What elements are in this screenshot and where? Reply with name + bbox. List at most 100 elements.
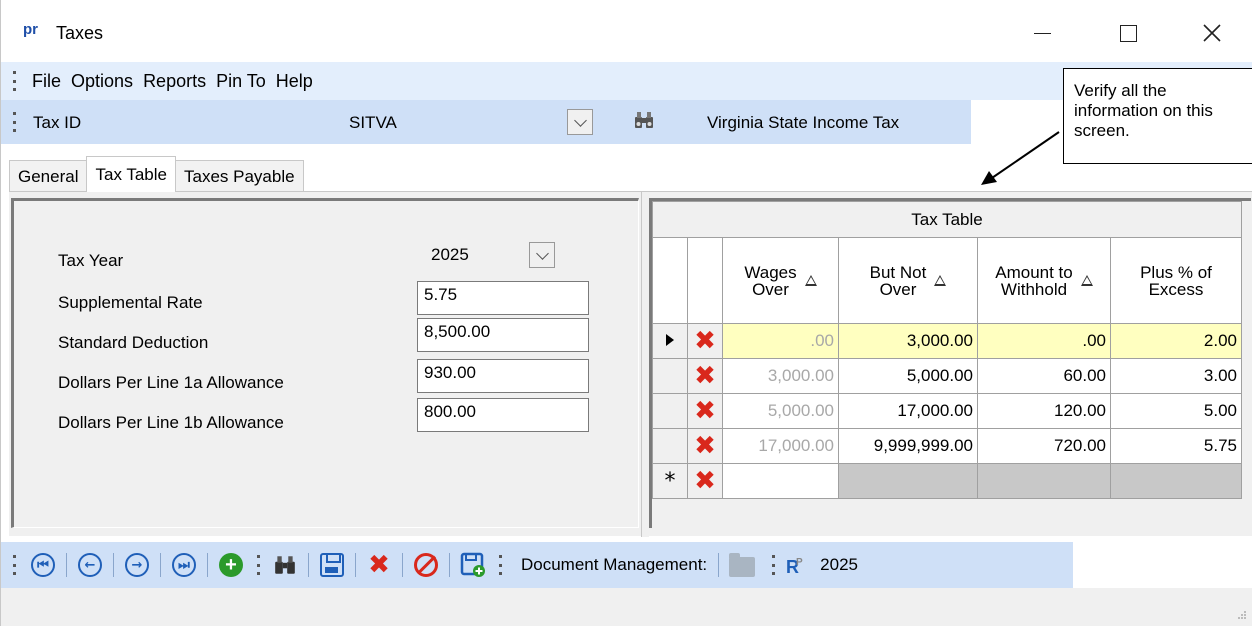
toolbar-year: 2025: [820, 555, 858, 574]
tax-table-grid: Tax Table Wages Over But Not Over Amount t…: [652, 201, 1242, 499]
cell-plus-percent-excess[interactable]: 2.00: [1110, 323, 1242, 359]
toolbar-separator: [402, 553, 403, 577]
lookup-button[interactable]: [633, 109, 655, 131]
tab-taxes-payable[interactable]: Taxes Payable: [175, 160, 304, 192]
tax-table-frame: Tax Table Wages Over But Not Over Amount t…: [649, 198, 1251, 528]
menu-file[interactable]: File: [27, 71, 66, 92]
cell-amount-to-withhold[interactable]: 720.00: [977, 428, 1111, 464]
cell-plus-percent-excess[interactable]: 3.00: [1110, 358, 1242, 394]
table-row[interactable]: ✖ 3,000.00 5,000.00 60.00 3.00: [652, 358, 1242, 394]
tax-table-caption: Tax Table: [652, 201, 1242, 238]
column-header-plus-percent-excess[interactable]: Plus % of Excess: [1110, 237, 1242, 324]
delete-row-button[interactable]: ✖: [687, 463, 723, 499]
line-1b-allowance-input[interactable]: 800.00: [417, 398, 589, 432]
cell-amount-to-withhold[interactable]: .00: [977, 323, 1111, 359]
tab-tax-table[interactable]: Tax Table: [86, 156, 176, 192]
cell-but-not-over[interactable]: 5,000.00: [838, 358, 978, 394]
new-cell-but-not-over: [838, 463, 978, 499]
table-row[interactable]: ✖ 5,000.00 17,000.00 120.00 5.00: [652, 393, 1242, 429]
delete-row-button[interactable]: ✖: [687, 358, 723, 394]
cell-wages-over[interactable]: .00: [722, 323, 839, 359]
menu-options[interactable]: Options: [66, 71, 138, 92]
cell-but-not-over[interactable]: 3,000.00: [838, 323, 978, 359]
cancel-icon: [414, 553, 438, 577]
delete-row-button[interactable]: ✖: [687, 323, 723, 359]
save-new-button[interactable]: [459, 551, 487, 579]
tab-strip: General Tax Table Taxes Payable: [9, 156, 304, 192]
row-indicator: [652, 393, 688, 429]
new-cell-plus-percent-excess: [1110, 463, 1242, 499]
first-record-button[interactable]: ⏮: [29, 551, 57, 579]
cell-wages-over[interactable]: 17,000.00: [722, 428, 839, 464]
add-icon: +: [219, 553, 243, 577]
cell-wages-over[interactable]: 3,000.00: [722, 358, 839, 394]
cancel-button[interactable]: [412, 551, 440, 579]
header-line: Over: [752, 279, 789, 299]
cell-plus-percent-excess[interactable]: 5.75: [1110, 428, 1242, 464]
table-row[interactable]: ✖ 17,000.00 9,999,999.00 720.00 5.75: [652, 428, 1242, 464]
cell-wages-over[interactable]: 5,000.00: [722, 393, 839, 429]
panel-splitter[interactable]: [641, 192, 649, 537]
delete-button[interactable]: ✖: [365, 551, 393, 579]
report-button[interactable]: R P: [782, 551, 810, 579]
document-folder-button[interactable]: [728, 551, 756, 579]
report-icon: R P: [786, 557, 803, 577]
menu-reports[interactable]: Reports: [138, 71, 211, 92]
standard-deduction-input[interactable]: 8,500.00: [417, 318, 589, 352]
sort-icon: [934, 275, 947, 286]
next-record-icon: →: [125, 553, 149, 577]
column-header-but-not-over[interactable]: But Not Over: [838, 237, 978, 324]
cell-but-not-over[interactable]: 9,999,999.00: [838, 428, 978, 464]
previous-record-button[interactable]: ←: [76, 551, 104, 579]
maximize-icon: [1119, 24, 1137, 42]
standard-deduction-label: Standard Deduction: [58, 333, 209, 352]
column-header-amount-to-withhold[interactable]: Amount to Withhold: [977, 237, 1111, 324]
delete-column-header: [687, 237, 723, 324]
tax-year-dropdown-button[interactable]: [529, 242, 555, 268]
menu-pin-to[interactable]: Pin To: [211, 71, 271, 92]
next-record-button[interactable]: →: [123, 551, 151, 579]
minimize-button[interactable]: [1013, 12, 1071, 54]
tax-id-value: SITVA: [349, 113, 397, 132]
tab-panel: Tax Year 2025 Supplemental Rate 5.75 Sta…: [9, 191, 1252, 537]
column-header-wages-over[interactable]: Wages Over: [722, 237, 839, 324]
tax-year-combo[interactable]: 2025: [417, 239, 563, 273]
instruction-callout: Verify all the information on this scree…: [1063, 68, 1252, 164]
save-button[interactable]: [318, 551, 346, 579]
resize-grip-icon[interactable]: [1237, 610, 1247, 620]
cell-but-not-over[interactable]: 17,000.00: [838, 393, 978, 429]
cell-amount-to-withhold[interactable]: 120.00: [977, 393, 1111, 429]
tax-id-combo[interactable]: SITVA: [341, 105, 601, 139]
previous-record-icon: ←: [78, 553, 102, 577]
menu-help[interactable]: Help: [271, 71, 318, 92]
grip-icon: [9, 555, 19, 575]
header-line: Excess: [1148, 279, 1204, 299]
find-button[interactable]: [271, 551, 299, 579]
first-record-icon: ⏮: [31, 553, 55, 577]
last-record-button[interactable]: ⏭: [170, 551, 198, 579]
cell-plus-percent-excess[interactable]: 5.00: [1110, 393, 1242, 429]
toolbar-separator: [355, 553, 356, 577]
supplemental-rate-input[interactable]: 5.75: [417, 281, 589, 315]
new-row-icon: *: [664, 468, 676, 494]
add-button[interactable]: +: [217, 551, 245, 579]
tax-id-dropdown-button[interactable]: [567, 109, 593, 135]
delete-icon: ✖: [694, 326, 716, 356]
maximize-button[interactable]: [1099, 12, 1157, 54]
chevron-down-icon: [573, 113, 587, 127]
cell-amount-to-withhold[interactable]: 60.00: [977, 358, 1111, 394]
delete-row-button[interactable]: ✖: [687, 428, 723, 464]
delete-icon: ✖: [694, 466, 716, 496]
new-row[interactable]: * ✖: [652, 463, 1242, 499]
binoculars-icon: [635, 112, 653, 128]
delete-icon: ✖: [368, 550, 390, 580]
tab-general[interactable]: General: [9, 160, 88, 192]
table-row[interactable]: ✖ .00 3,000.00 .00 2.00: [652, 323, 1242, 359]
toolbar-separator: [308, 553, 309, 577]
taxes-window: pr Taxes File Options Reports Pin To Hel…: [0, 0, 1252, 626]
delete-row-button[interactable]: ✖: [687, 393, 723, 429]
close-button[interactable]: [1183, 12, 1241, 54]
line-1a-allowance-input[interactable]: 930.00: [417, 359, 589, 393]
new-cell-wages-over[interactable]: [722, 463, 839, 499]
status-bar: [1, 588, 1252, 626]
